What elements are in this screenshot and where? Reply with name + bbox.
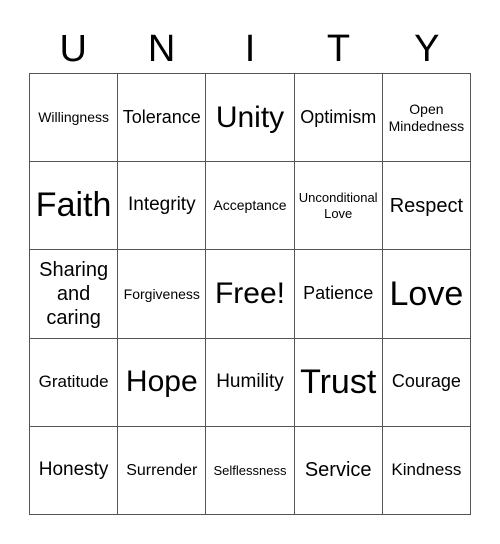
bingo-cell: Kindness xyxy=(382,426,471,515)
bingo-header: U N I T Y xyxy=(29,26,471,72)
bingo-cell: Acceptance xyxy=(206,162,295,251)
free-space-cell: Free! xyxy=(206,250,295,339)
header-letter: I xyxy=(244,28,256,70)
bingo-cell: Willingness xyxy=(30,74,119,163)
bingo-cell: Trust xyxy=(294,338,383,427)
header-letter: Y xyxy=(414,28,440,70)
bingo-cell: Honesty xyxy=(30,426,119,515)
header-letter: T xyxy=(326,28,351,70)
bingo-cell: Sharing and caring xyxy=(30,250,119,339)
header-letter: N xyxy=(147,28,176,70)
bingo-cell: Surrender xyxy=(118,426,207,515)
bingo-cell: Courage xyxy=(382,338,471,427)
bingo-cell: Humility xyxy=(206,338,295,427)
bingo-cell: Optimism xyxy=(294,74,383,163)
bingo-cell: Patience xyxy=(294,250,383,339)
bingo-cell: Service xyxy=(294,426,383,515)
bingo-cell: Forgiveness xyxy=(118,250,207,339)
bingo-cell: Unconditional Love xyxy=(294,162,383,251)
bingo-cell: Hope xyxy=(118,338,207,427)
bingo-cell: Open Mindedness xyxy=(382,74,471,163)
bingo-cell: Faith xyxy=(30,162,119,251)
bingo-cell: Respect xyxy=(382,162,471,251)
header-letter: U xyxy=(59,28,87,70)
bingo-cell: Unity xyxy=(206,74,295,163)
bingo-cell: Integrity xyxy=(118,162,207,251)
bingo-cell: Love xyxy=(382,250,471,339)
bingo-cell: Gratitude xyxy=(30,338,119,427)
bingo-cell: Selflessness xyxy=(206,426,295,515)
bingo-card: Willingness Tolerance Unity Optimism Ope… xyxy=(29,73,471,515)
bingo-cell: Tolerance xyxy=(118,74,207,163)
